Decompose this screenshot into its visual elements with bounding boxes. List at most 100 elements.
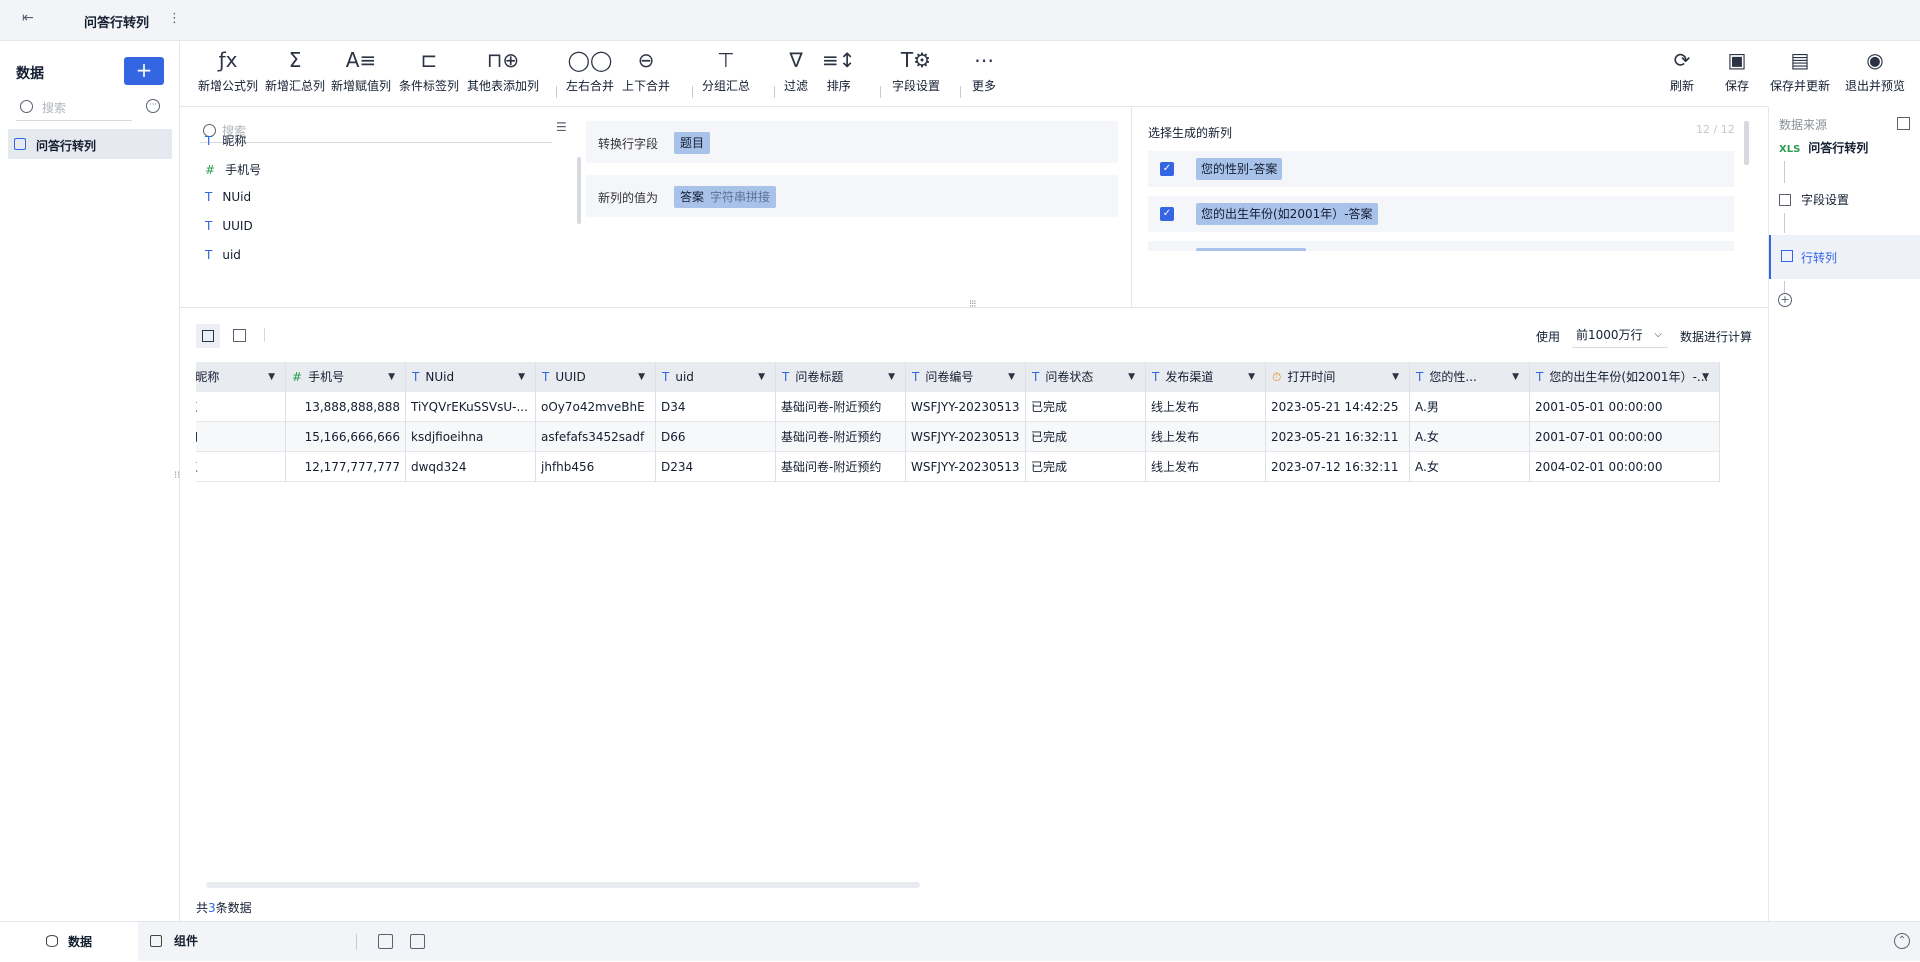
table-cell[interactable]: jhfhb456: [536, 452, 656, 482]
column-header[interactable]: T NUid ▼: [406, 362, 536, 392]
table-cell[interactable]: oOy7o42mveBhE: [536, 392, 656, 422]
table-cell[interactable]: 线上发布: [1146, 392, 1266, 422]
caret-down-icon[interactable]: ▼: [1248, 362, 1255, 392]
caret-down-icon[interactable]: ▼: [518, 362, 525, 392]
new-column-row[interactable]: ✓ 您的出生年份(如2001年）-答案: [1148, 196, 1734, 232]
table-cell[interactable]: D34: [656, 392, 776, 422]
toolbar-button-7[interactable]: ⊤ 分组汇总: [702, 49, 750, 94]
table-cell[interactable]: dwqd324: [406, 452, 536, 482]
caret-down-icon[interactable]: ▼: [1512, 362, 1519, 392]
caret-down-icon[interactable]: ▼: [1008, 362, 1015, 392]
table-cell[interactable]: 2004-02-01 00:00:00: [1530, 452, 1720, 482]
table-cell[interactable]: 12,177,777,777: [286, 452, 406, 482]
caret-down-icon[interactable]: ▼: [1702, 362, 1709, 392]
table-cell[interactable]: 2001-07-01 00:00:00: [1530, 422, 1720, 452]
new-column-row[interactable]: ✓ 您的婚姻状况-答案: [1148, 241, 1734, 266]
layout-icon[interactable]: [1897, 117, 1910, 130]
toolbar-button-0[interactable]: ƒx 新增公式列: [198, 49, 258, 94]
table-cell[interactable]: WSFJYY-20230513: [906, 422, 1026, 452]
add-table-icon[interactable]: [410, 934, 425, 949]
toolbar-button-5[interactable]: ◯◯ 左右合并: [566, 49, 614, 94]
caret-down-icon[interactable]: ▼: [758, 362, 765, 392]
table-cell[interactable]: 基础问卷-附近预约: [776, 452, 906, 482]
table-cell[interactable]: 2023-07-12 16:32:11: [1266, 452, 1410, 482]
column-header[interactable]: # 手机号 ▼: [286, 362, 406, 392]
caret-down-icon[interactable]: ▼: [1128, 362, 1135, 392]
table-cell[interactable]: 张三: [196, 392, 286, 422]
caret-down-icon[interactable]: ▼: [1392, 362, 1399, 392]
checkbox-checked-icon[interactable]: ✓: [1160, 207, 1174, 221]
checkbox-checked-icon[interactable]: ✓: [1160, 162, 1174, 176]
toolbar-right-button-2[interactable]: ▤ 保存并更新: [1770, 49, 1830, 94]
toolbar-button-2[interactable]: A≡ 新增赋值列: [331, 49, 391, 94]
step-row-to-column[interactable]: 行转列: [1769, 235, 1920, 279]
add-step-icon[interactable]: +: [1778, 293, 1792, 307]
column-header[interactable]: T 问卷编号 ▼: [906, 362, 1026, 392]
collapse-icon[interactable]: ⌃: [1894, 933, 1910, 949]
table-cell[interactable]: WSFJYY-20230513: [906, 392, 1026, 422]
drag-handle-icon[interactable]: ⁝⁝: [174, 470, 180, 481]
table-cell[interactable]: 已完成: [1026, 452, 1146, 482]
step-field-settings[interactable]: 字段设置: [1779, 191, 1849, 208]
column-header[interactable]: T UUID ▼: [536, 362, 656, 392]
table-cell[interactable]: 线上发布: [1146, 422, 1266, 452]
column-header[interactable]: T 您的出生年份(如2001年）-... ▼: [1530, 362, 1720, 392]
column-header[interactable]: ⏱ 打开时间 ▼: [1266, 362, 1410, 392]
column-header[interactable]: T 问卷标题 ▼: [776, 362, 906, 392]
column-header[interactable]: T 您的性... ▼: [1410, 362, 1530, 392]
toolbar-button-3[interactable]: ⊏ 条件标签列: [399, 49, 459, 94]
table-view-icon[interactable]: [233, 329, 246, 342]
table-cell[interactable]: 基础问卷-附近预约: [776, 422, 906, 452]
column-header[interactable]: T 发布渠道 ▼: [1146, 362, 1266, 392]
toolbar-button-1[interactable]: Σ 新增汇总列: [265, 49, 325, 94]
table-cell[interactable]: ksdjfioeihna: [406, 422, 536, 452]
table-cell[interactable]: D234: [656, 452, 776, 482]
table-cell[interactable]: 线上发布: [1146, 452, 1266, 482]
table-cell[interactable]: A.女: [1410, 422, 1530, 452]
more-vertical-icon[interactable]: ⋮: [168, 11, 181, 26]
table-cell[interactable]: 2023-05-21 16:32:11: [1266, 422, 1410, 452]
toolbar-right-button-0[interactable]: ⟳ 刷新: [1670, 49, 1694, 94]
dataset-item[interactable]: 问答行转列: [8, 129, 172, 159]
table-cell[interactable]: WSFJYY-20230513: [906, 452, 1026, 482]
toolbar-right-button-1[interactable]: ▣ 保存: [1725, 49, 1749, 94]
table-cell[interactable]: 13,888,888,888: [286, 392, 406, 422]
table-cell[interactable]: A.女: [1410, 452, 1530, 482]
column-header[interactable]: Tuid ▼: [656, 362, 776, 392]
caret-down-icon[interactable]: ▼: [388, 362, 395, 392]
table-cell[interactable]: 已完成: [1026, 422, 1146, 452]
table-cell[interactable]: 15,166,666,666: [286, 422, 406, 452]
add-chart-icon[interactable]: [378, 934, 393, 949]
caret-down-icon[interactable]: ▼: [638, 362, 645, 392]
table-cell[interactable]: asfefafs3452sadf: [536, 422, 656, 452]
toolbar-right-button-3[interactable]: ◉ 退出并预览: [1845, 49, 1905, 94]
checkbox-checked-icon[interactable]: ✓: [1160, 252, 1174, 266]
horizontal-scrollbar[interactable]: [206, 882, 920, 888]
tab-data[interactable]: 数据: [0, 922, 138, 962]
column-header[interactable]: T昵称▼: [196, 362, 286, 392]
table-cell[interactable]: 2023-05-21 14:42:25: [1266, 392, 1410, 422]
table-cell[interactable]: A.男: [1410, 392, 1530, 422]
table-cell[interactable]: 基础问卷-附近预约: [776, 392, 906, 422]
new-column-row[interactable]: ✓ 您的性别-答案: [1148, 151, 1734, 187]
left-search-input[interactable]: [42, 98, 130, 118]
row-limit-select[interactable]: 前1000万行 ⌵: [1572, 322, 1668, 348]
toolbar-button-6[interactable]: ⊖ 上下合并: [622, 49, 670, 94]
options-icon[interactable]: ···: [146, 99, 160, 113]
new-column-row[interactable]: ✓ 目前您的文化程度-答案: [1148, 286, 1734, 307]
caret-down-icon[interactable]: ▼: [268, 362, 275, 392]
table-cell[interactable]: 李四: [196, 422, 286, 452]
toolbar-button-4[interactable]: ⊓⊕ 其他表添加列: [467, 49, 539, 94]
toolbar-button-9[interactable]: ≡↕ 排序: [822, 49, 856, 94]
table-cell[interactable]: D66: [656, 422, 776, 452]
table-cell[interactable]: TiYQVrEKuSSVsU-...: [406, 392, 536, 422]
table-cell[interactable]: 王五: [196, 452, 286, 482]
checkbox-checked-icon[interactable]: ✓: [1160, 297, 1174, 307]
toolbar-button-8[interactable]: ∇ 过滤: [784, 49, 808, 94]
toolbar-button-10[interactable]: T⚙ 字段设置: [892, 49, 940, 94]
table-cell[interactable]: 2001-05-01 00:00:00: [1530, 392, 1720, 422]
toolbar-button-11[interactable]: ⋯ 更多: [972, 49, 996, 94]
data-source-item[interactable]: XLS 问答行转列: [1779, 139, 1868, 156]
grid-view-button[interactable]: [196, 324, 220, 348]
table-cell[interactable]: 已完成: [1026, 392, 1146, 422]
